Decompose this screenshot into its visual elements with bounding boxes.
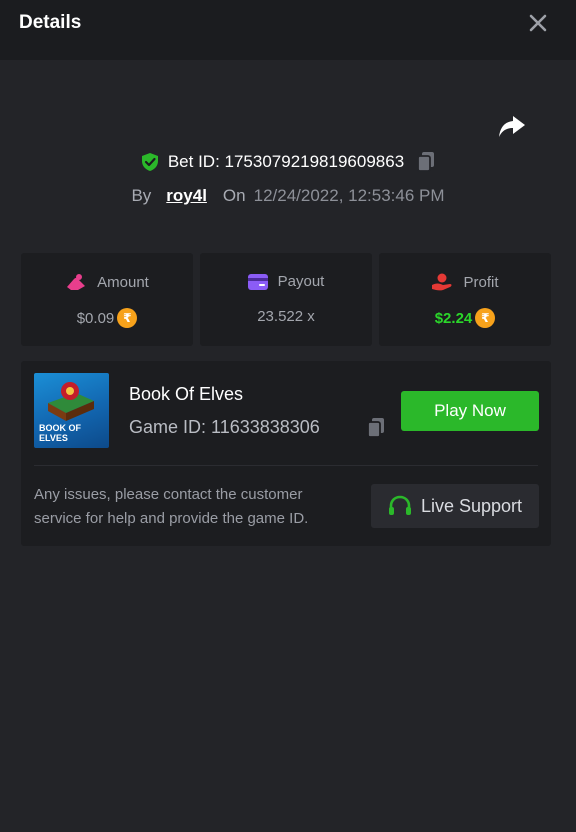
payout-card-icon (247, 273, 268, 290)
divider (34, 465, 538, 466)
copy-icon[interactable] (366, 417, 386, 439)
profit-value: $2.24 (434, 309, 473, 327)
payout-card: Payout 23.522 x (200, 253, 372, 346)
amount-card: Amount $0.09 ₹ (21, 253, 193, 346)
live-support-button[interactable]: Live Support (371, 484, 539, 528)
payout-value: 23.522 x (257, 308, 315, 325)
game-card: BOOK OF ELVES Book Of Elves Game ID: 116… (21, 361, 551, 546)
bet-meta-row: By roy4l On 12/24/2022, 12:53:46 PM (0, 184, 576, 208)
profit-card: Profit $2.24 ₹ (379, 253, 551, 346)
close-icon[interactable] (526, 11, 550, 35)
amount-label: Amount (97, 273, 149, 291)
on-label: On (222, 186, 246, 205)
by-label: By (131, 186, 152, 205)
thumbnail-text: BOOK OF ELVES (39, 423, 81, 443)
details-header: Details (0, 0, 576, 60)
support-help-text: Any issues, please contact the customer … (34, 486, 309, 527)
shield-check-icon (141, 153, 158, 171)
rupee-coin-icon: ₹ (117, 308, 138, 328)
amount-value: $0.09 (76, 309, 115, 327)
game-thumbnail[interactable]: BOOK OF ELVES (34, 373, 109, 448)
profit-label: Profit (463, 273, 499, 291)
live-support-label: Live Support (420, 495, 523, 516)
bet-id-row: Bet ID: 1753079219819609863 (0, 150, 576, 174)
amount-icon (67, 274, 86, 290)
profit-hand-icon (432, 273, 452, 291)
play-now-button[interactable]: Play Now (401, 391, 539, 431)
rupee-coin-icon: ₹ (475, 308, 496, 328)
game-name: Book Of Elves (129, 384, 244, 404)
share-icon[interactable] (497, 112, 527, 140)
username-link[interactable]: roy4l (166, 186, 207, 206)
page-title: Details (19, 12, 82, 33)
payout-label: Payout (277, 273, 325, 290)
bet-id: Bet ID: 1753079219819609863 (167, 152, 405, 171)
copy-icon[interactable] (416, 151, 436, 173)
bet-datetime: 12/24/2022, 12:53:46 PM (253, 186, 445, 205)
headset-icon (388, 495, 411, 515)
game-id: Game ID: 11633838306 (129, 417, 320, 437)
